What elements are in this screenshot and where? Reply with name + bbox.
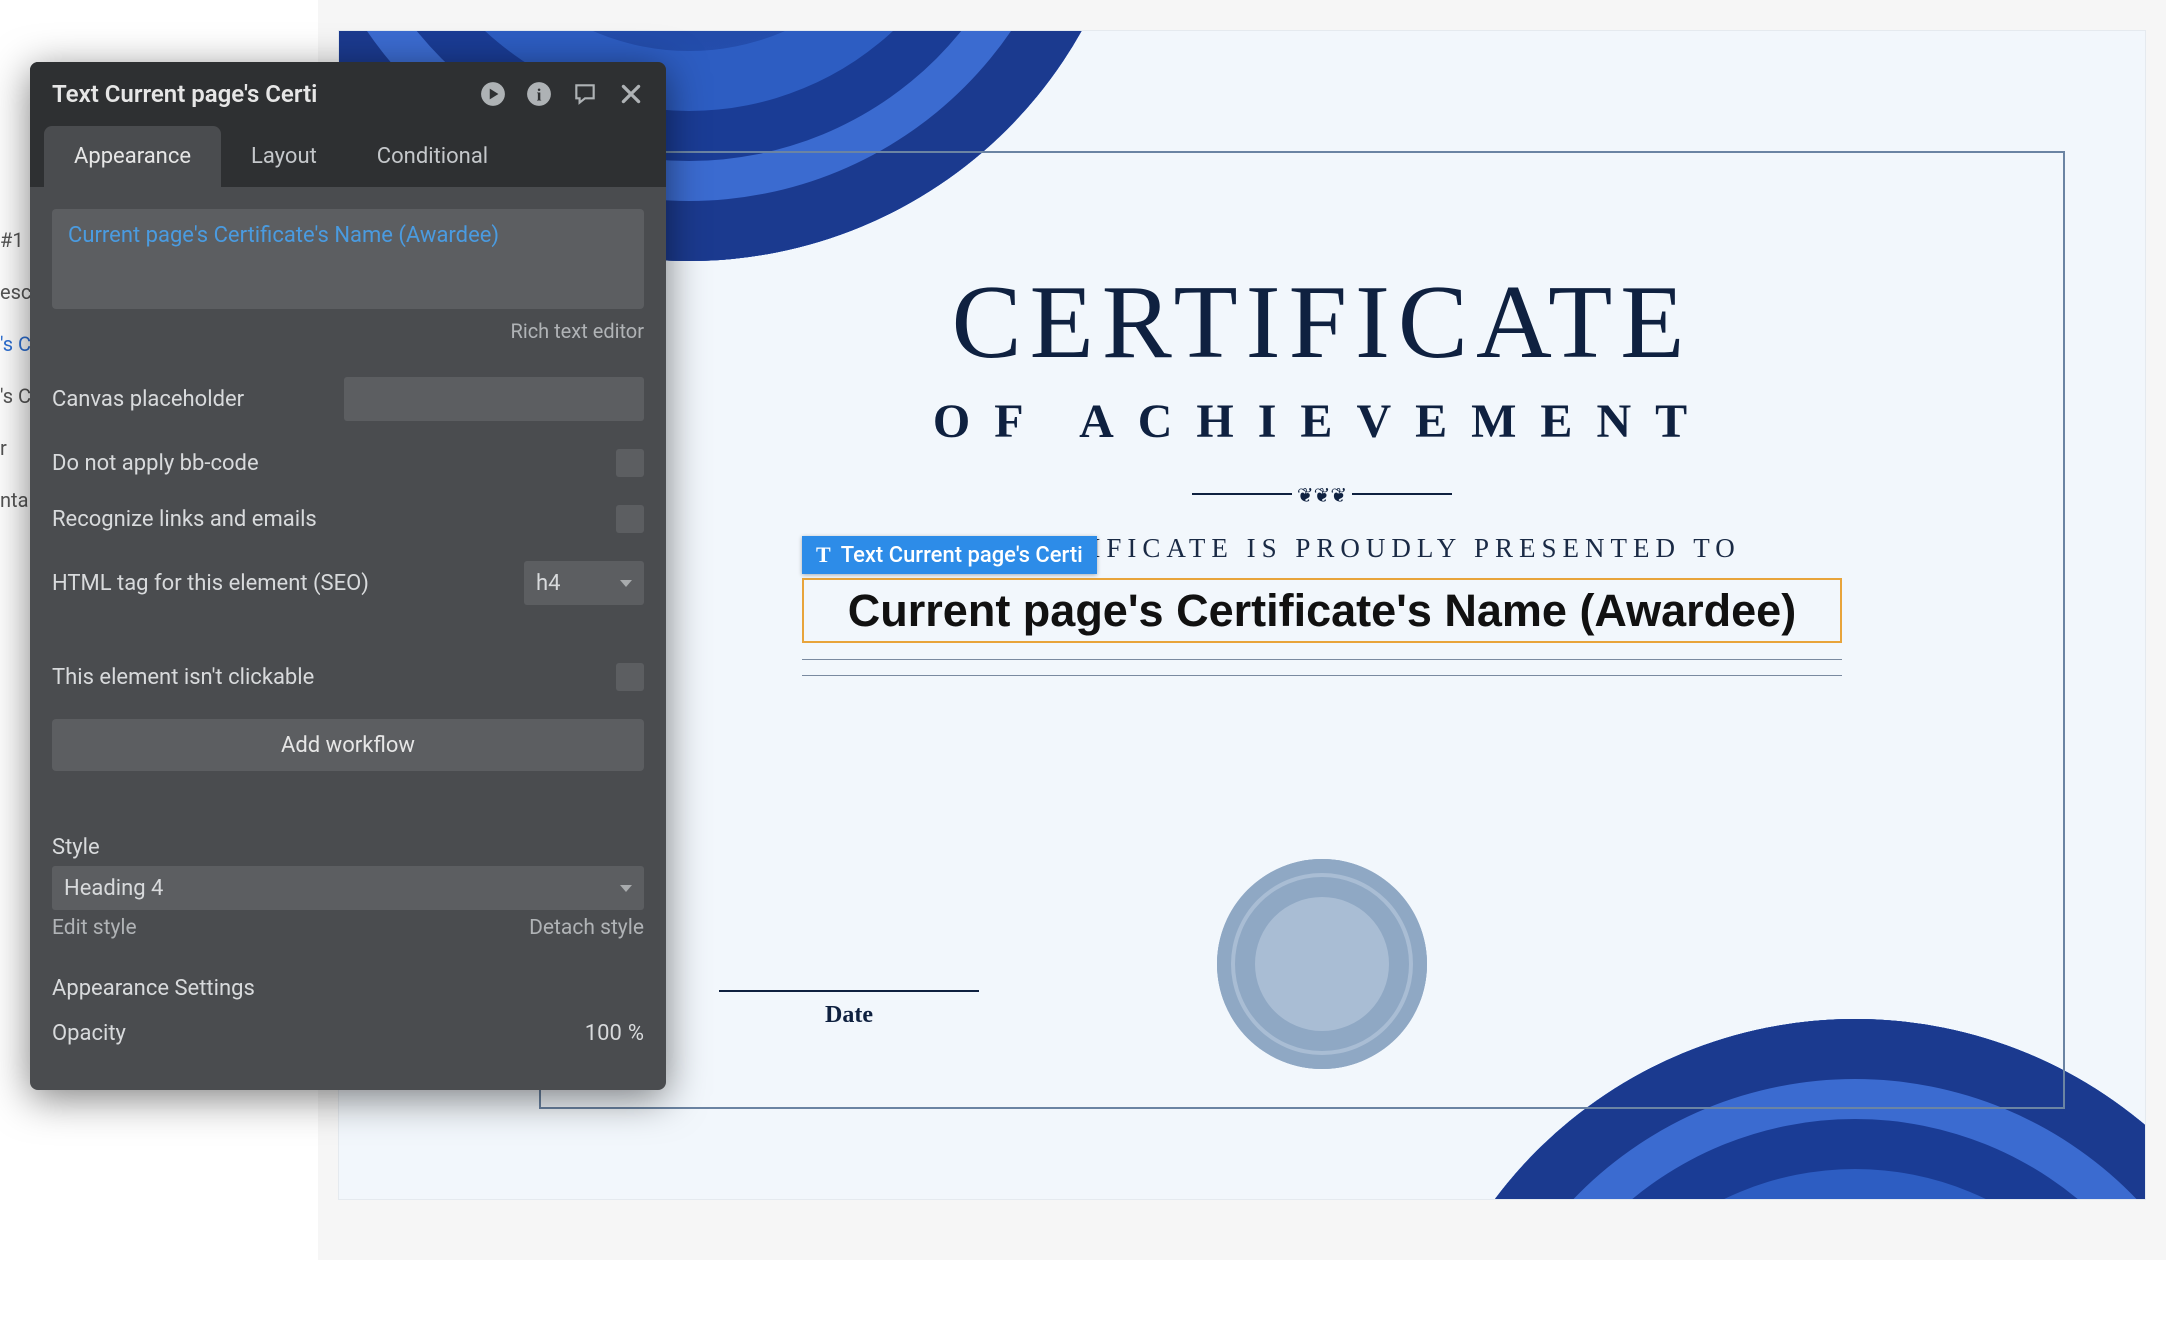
date-signature-line: [719, 990, 979, 992]
selection-badge[interactable]: T Text Current page's Certi: [802, 536, 1097, 574]
style-heading-row: Style: [52, 829, 644, 866]
svg-text:i: i: [537, 86, 542, 105]
awardee-name-text[interactable]: Current page's Certificate's Name (Award…: [802, 578, 1842, 643]
rich-text-editor-link[interactable]: Rich text editor: [52, 319, 644, 343]
date-block: Date: [719, 990, 979, 1029]
style-links-row: Edit style Detach style: [52, 916, 644, 940]
left-edge-text: #1: [0, 228, 30, 252]
not-clickable-row: This element isn't clickable: [52, 649, 644, 705]
tab-layout[interactable]: Layout: [221, 126, 347, 187]
not-clickable-checkbox[interactable]: [616, 663, 644, 691]
expression-value: Current page's Certificate's Name (Award…: [68, 223, 499, 248]
property-editor-panel[interactable]: Text Current page's Certi i Appearance L…: [30, 62, 666, 1090]
opacity-value-display[interactable]: 100 %: [585, 1021, 644, 1046]
opacity-label: Opacity: [52, 1021, 126, 1046]
certificate-content: CERTIFICATE OF ACHIEVEMENT ❦❦❦ THIS CERT…: [659, 261, 1985, 676]
decorative-divider: ❦❦❦: [1192, 485, 1452, 503]
bb-code-label: Do not apply bb-code: [52, 451, 259, 476]
left-edge-text: esc: [0, 280, 30, 304]
left-edge-text: 's C: [0, 332, 30, 356]
left-edge-text: nta: [0, 488, 30, 512]
close-icon[interactable]: [618, 81, 644, 107]
appearance-settings-row: Appearance Settings: [52, 970, 644, 1007]
html-tag-value: h4: [536, 571, 560, 596]
not-clickable-label: This element isn't clickable: [52, 665, 314, 690]
bb-code-checkbox[interactable]: [616, 449, 644, 477]
decorative-underline: [802, 659, 1842, 676]
tab-conditional[interactable]: Conditional: [347, 126, 518, 187]
panel-tabs: Appearance Layout Conditional: [30, 126, 666, 187]
bb-code-row: Do not apply bb-code: [52, 435, 644, 491]
text-icon: T: [816, 542, 831, 568]
opacity-unit: %: [628, 1021, 644, 1046]
left-cropped-sidebar: #1 esc 's C 's C r nta: [0, 0, 30, 1328]
style-heading-label: Style: [52, 835, 100, 860]
html-tag-row: HTML tag for this element (SEO) h4: [52, 547, 644, 619]
html-tag-label: HTML tag for this element (SEO): [52, 571, 369, 596]
certificate-title: CERTIFICATE: [659, 261, 1985, 382]
selection-badge-label: Text Current page's Certi: [841, 543, 1083, 568]
add-workflow-label: Add workflow: [281, 733, 415, 758]
panel-header-actions: i: [480, 81, 644, 107]
recognize-links-row: Recognize links and emails: [52, 491, 644, 547]
canvas-placeholder-label: Canvas placeholder: [52, 387, 244, 412]
html-tag-select[interactable]: h4: [524, 561, 644, 605]
certificate-footer: Date: [659, 859, 1985, 1069]
tab-appearance[interactable]: Appearance: [44, 126, 221, 187]
recognize-links-label: Recognize links and emails: [52, 507, 317, 532]
add-workflow-button[interactable]: Add workflow: [52, 719, 644, 771]
chevron-down-icon: [620, 885, 632, 892]
info-icon[interactable]: i: [526, 81, 552, 107]
certificate-subtitle: OF ACHIEVEMENT: [659, 394, 1985, 449]
left-edge-text: 's C: [0, 384, 30, 408]
edit-style-link[interactable]: Edit style: [52, 916, 137, 940]
chevron-down-icon: [620, 580, 632, 587]
panel-title: Text Current page's Certi: [52, 80, 317, 108]
style-value: Heading 4: [64, 876, 163, 901]
certificate-seal-icon: [1217, 859, 1427, 1069]
panel-header[interactable]: Text Current page's Certi i: [30, 62, 666, 126]
recognize-links-checkbox[interactable]: [616, 505, 644, 533]
selected-text-element[interactable]: T Text Current page's Certi Current page…: [802, 578, 1842, 676]
play-icon[interactable]: [480, 81, 506, 107]
appearance-settings-label: Appearance Settings: [52, 976, 255, 1001]
canvas-placeholder-input[interactable]: [344, 377, 644, 421]
style-select[interactable]: Heading 4: [52, 866, 644, 910]
opacity-row: Opacity 100 %: [52, 1007, 644, 1060]
comment-icon[interactable]: [572, 81, 598, 107]
dynamic-expression-input[interactable]: Current page's Certificate's Name (Award…: [52, 209, 644, 309]
date-label: Date: [719, 1002, 979, 1029]
detach-style-link[interactable]: Detach style: [529, 916, 644, 940]
panel-body: Current page's Certificate's Name (Award…: [30, 187, 666, 1090]
opacity-number: 100: [585, 1021, 622, 1046]
left-edge-text: r: [0, 436, 30, 460]
canvas-placeholder-row: Canvas placeholder: [52, 363, 644, 435]
